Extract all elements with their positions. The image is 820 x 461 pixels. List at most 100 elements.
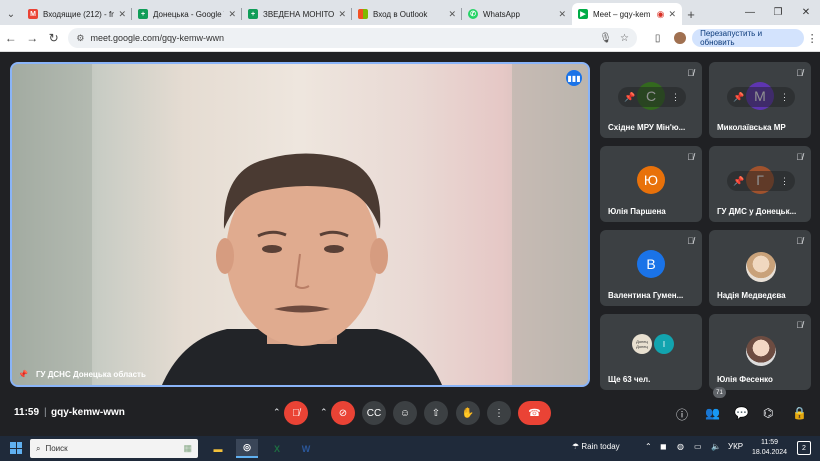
bookmark-star-icon[interactable]: ☆ <box>620 33 629 44</box>
people-icon[interactable]: 👥 <box>705 406 720 420</box>
excel-icon[interactable]: X <box>266 439 288 458</box>
tab-whatsapp[interactable]: ✆ WhatsApp ✕ <box>462 3 572 25</box>
file-explorer-icon[interactable]: ▬ <box>207 439 229 458</box>
close-icon[interactable]: ✕ <box>558 9 566 20</box>
new-tab-button[interactable]: + <box>682 7 700 22</box>
notifications-icon[interactable]: 2 <box>797 441 811 455</box>
profile-avatar[interactable] <box>674 32 687 44</box>
meet-tray-icon[interactable]: ◼ <box>660 442 667 451</box>
mic-permission-icon[interactable]: 🎙 <box>599 33 612 44</box>
relaunch-update-button[interactable]: Перезапустить и обновить <box>692 29 805 47</box>
weather-widget[interactable]: ☂ Rain today <box>572 442 620 451</box>
browser-menu-icon[interactable]: ⋮ <box>804 32 820 45</box>
tab-meet[interactable]: ▶ Meet – gqy-kem ◉ ✕ <box>572 3 682 25</box>
raise-hand-button[interactable]: ✋ <box>456 401 480 425</box>
leave-call-button[interactable]: ☎ <box>518 401 551 425</box>
meeting-info-icon[interactable]: ⓘ <box>676 406 688 423</box>
audio-options-chevron-icon[interactable]: ⌃ <box>273 407 281 418</box>
meet-control-bar: 11:59 | gqy-kemw-wwn ⌃ 🎙̸ ⌃ ⊘ CC ☺ ⇧ ✋ ⋮… <box>0 387 820 436</box>
avatar <box>746 336 776 366</box>
participant-tile[interactable]: 🎙̸ Юлія Фесенко <box>709 314 811 390</box>
close-icon[interactable]: ✕ <box>228 9 236 20</box>
tab-gmail[interactable]: M Входящие (212) - fm ✕ <box>22 3 132 25</box>
audio-level-icon: ▮▮▮ <box>566 70 582 86</box>
video-options-chevron-icon[interactable]: ⌃ <box>320 407 328 418</box>
close-icon[interactable]: ✕ <box>448 9 456 20</box>
microphone-off-button[interactable]: 🎙̸ <box>284 401 308 425</box>
word-icon[interactable]: W <box>295 439 317 458</box>
windows-start-icon[interactable] <box>10 442 22 454</box>
tab-sheets-donetska[interactable]: + Донецька - Google T ✕ <box>132 3 242 25</box>
present-screen-button[interactable]: ⇧ <box>424 401 448 425</box>
close-icon[interactable]: ✕ <box>668 9 676 20</box>
tab-sheets-zvedena[interactable]: + ЗВЕДЕНА МОНІТОРИ ✕ <box>242 3 352 25</box>
meet-icon: ▶ <box>578 9 588 19</box>
windows-taskbar: ⌕ Поиск ▦ ▬ ◎ X W ☂ Rain today ⌃ ◼ ◍ ▭ 🔈… <box>0 436 820 461</box>
language-indicator[interactable]: УКР <box>728 442 743 451</box>
defender-icon[interactable]: ◍ <box>677 442 684 451</box>
address-bar: ← → ↻ ⚙ meet.google.com/gqy-kemw-wwn 🎙 ☆… <box>0 25 820 52</box>
main-video-tile[interactable]: ▮▮▮ 📌 ГУ ДСНС Донецька область <box>10 62 590 387</box>
chat-icon[interactable]: 💬 <box>734 406 749 420</box>
restore-icon[interactable]: ❐ <box>764 0 792 25</box>
network-icon[interactable]: ▭ <box>694 442 702 451</box>
more-options-icon[interactable]: ⋮ <box>671 92 680 103</box>
participant-tile[interactable]: 🎙̸ B Валентина Гумен... <box>600 230 702 306</box>
participant-tile[interactable]: 🎙̸ C 📌 ⋮ Східне МРУ Мін'ю... <box>600 62 702 138</box>
separator: | <box>44 407 47 418</box>
weather-text: Rain today <box>581 442 620 451</box>
speaker-icon[interactable]: 🔈 <box>711 442 721 451</box>
participant-name: Надія Медведєва <box>717 291 786 300</box>
more-options-button[interactable]: ⋮ <box>487 401 511 425</box>
emoji-reactions-button[interactable]: ☺ <box>393 401 417 425</box>
url-input[interactable]: ⚙ meet.google.com/gqy-kemw-wwn 🎙 ☆ <box>68 28 637 48</box>
avatar: Донец Донец <box>632 334 652 354</box>
participant-name: Миколаївська МР <box>717 123 786 132</box>
back-icon[interactable]: ← <box>0 31 21 45</box>
tile-hover-controls: 📌 ⋮ <box>727 87 795 107</box>
close-icon[interactable]: ✕ <box>118 9 126 20</box>
close-window-icon[interactable]: ✕ <box>792 0 820 25</box>
avatar: I <box>654 334 674 354</box>
more-options-icon[interactable]: ⋮ <box>780 176 789 187</box>
chrome-icon[interactable]: ◎ <box>236 439 258 458</box>
tab-search-chevron-icon[interactable]: ⌄ <box>0 3 22 25</box>
taskbar-search-input[interactable]: ⌕ Поиск ▦ <box>30 439 198 458</box>
tile-hover-controls: 📌 ⋮ <box>618 87 686 107</box>
forward-icon[interactable]: → <box>21 31 42 45</box>
tab-outlook[interactable]: Вход в Outlook ✕ <box>352 3 462 25</box>
pin-icon[interactable]: 📌 <box>733 176 744 187</box>
more-options-icon[interactable]: ⋮ <box>780 92 789 103</box>
participant-name: ГУ ДМС у Донецьк... <box>717 207 797 216</box>
pin-icon[interactable]: 📌 <box>733 92 744 103</box>
participant-tile[interactable]: 🎙̸ M 📌 ⋮ Миколаївська МР <box>709 62 811 138</box>
rain-cloud-icon: ☂ <box>572 442 580 451</box>
close-icon[interactable]: ✕ <box>338 9 346 20</box>
search-icon: ⌕ <box>36 443 41 453</box>
minimize-icon[interactable]: — <box>736 0 764 25</box>
mic-off-icon: 🎙̸ <box>796 320 803 330</box>
pin-icon[interactable]: 📌 <box>624 92 635 103</box>
participant-tile[interactable]: 🎙̸ Г 📌 ⋮ ГУ ДМС у Донецьк... <box>709 146 811 222</box>
chevron-up-icon[interactable]: ⌃ <box>645 442 652 451</box>
participant-tile[interactable]: 🎙̸ Надія Медведєва <box>709 230 811 306</box>
gmail-icon: M <box>28 9 38 19</box>
activities-icon[interactable]: ⌬ <box>763 406 773 420</box>
mic-off-icon: 🎙̸ <box>687 236 694 246</box>
search-placeholder: Поиск <box>45 444 68 453</box>
mic-off-icon: 🎙̸ <box>796 236 803 246</box>
reload-icon[interactable]: ↻ <box>43 31 64 45</box>
site-info-icon[interactable]: ⚙ <box>76 33 84 44</box>
others-tile[interactable]: Донец Донец I Ще 63 чел. <box>600 314 702 390</box>
participant-name: Валентина Гумен... <box>608 291 684 300</box>
host-controls-icon[interactable]: 🔒 <box>792 406 807 420</box>
pin-icon[interactable]: 📌 <box>18 370 28 379</box>
camera-off-button[interactable]: ⊘ <box>331 401 355 425</box>
participant-tile[interactable]: 🎙̸ Ю Юлія Паршена <box>600 146 702 222</box>
sheets-icon: + <box>138 9 148 19</box>
browser-tab-bar: ⌄ M Входящие (212) - fm ✕ + Донецька - G… <box>0 0 820 25</box>
system-clock[interactable]: 11:59 18.04.2024 <box>752 438 787 458</box>
captions-button[interactable]: CC <box>362 401 386 425</box>
speaker-video <box>12 64 588 385</box>
side-panel-icon[interactable]: ▯ <box>647 33 668 44</box>
